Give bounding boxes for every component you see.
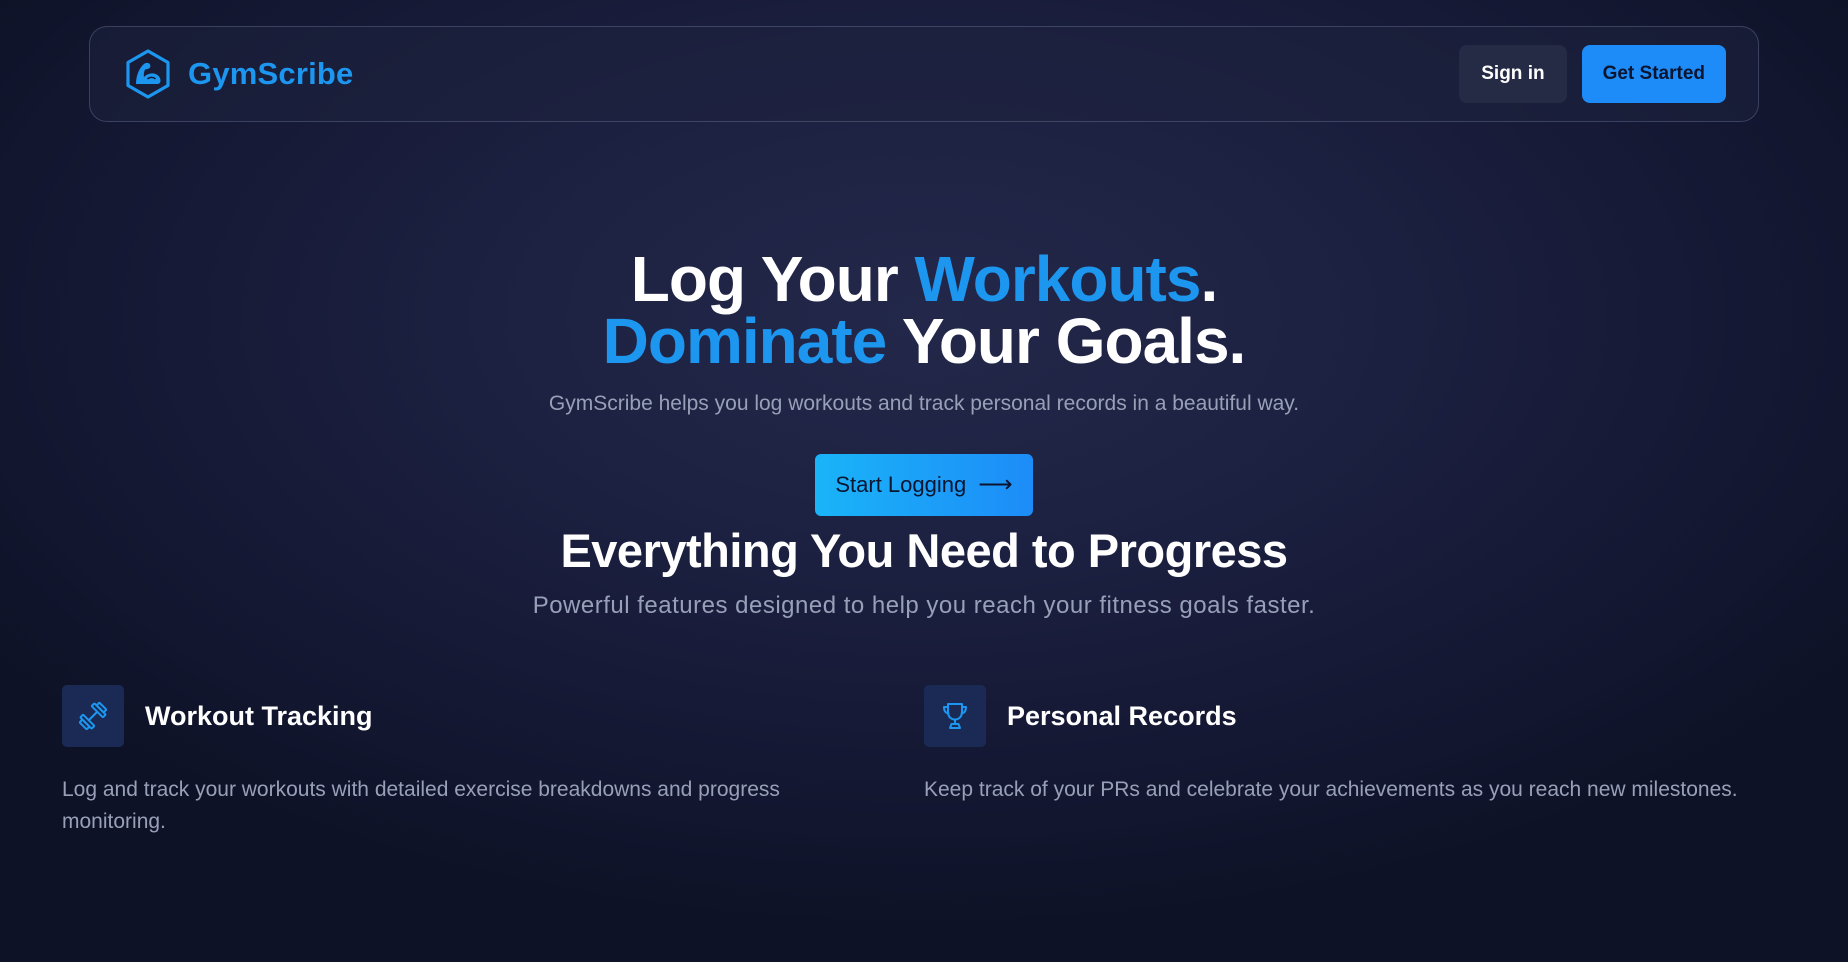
navbar: GymScribe Sign in Get Started [89,26,1759,122]
nav-actions: Sign in Get Started [1459,45,1726,103]
trophy-icon [943,703,967,729]
feature-card-workout-tracking: Workout Tracking Log and track your work… [62,685,882,838]
feature-description: Keep track of your PRs and celebrate you… [924,778,1738,801]
hero-title-accent-dominate: Dominate [602,305,888,377]
feature-header: Personal Records [924,685,1804,747]
feature-icon-container [924,685,986,747]
features-title: Everything You Need to Progress [560,524,1288,577]
feature-icon-container [62,685,124,747]
hero-section: Log Your Workouts. Dominate Your Goals. … [0,247,1848,516]
feature-header: Workout Tracking [62,685,882,747]
feature-description: Log and track your workouts with detaile… [62,778,780,833]
sign-in-button[interactable]: Sign in [1459,45,1567,103]
start-logging-button[interactable]: Start Logging ⟶ [815,454,1033,516]
brand-link[interactable]: GymScribe [124,49,354,99]
get-started-button[interactable]: Get Started [1581,45,1726,103]
hero-title-text-goals: Your Goals. [886,305,1246,377]
features-subtitle: Powerful features designed to help you r… [532,592,1316,619]
features-header: Everything You Need to Progress Powerful… [0,524,1848,620]
flexed-arm-hexagon-icon [126,49,170,99]
start-logging-label: Start Logging [835,472,967,497]
dumbbell-icon [78,701,108,731]
feature-title: Personal Records [1007,700,1237,731]
feature-title: Workout Tracking [145,700,373,731]
hero-subtitle: GymScribe helps you log workouts and tra… [548,392,1300,415]
brand-name: GymScribe [188,56,354,91]
feature-card-personal-records: Personal Records Keep track of your PRs … [924,685,1804,806]
hero-title: Log Your Workouts. Dominate Your Goals. [0,247,1848,373]
arrow-right-icon: ⟶ [978,471,1013,498]
hero-title-line2: Dominate Your Goals. [602,305,1247,377]
